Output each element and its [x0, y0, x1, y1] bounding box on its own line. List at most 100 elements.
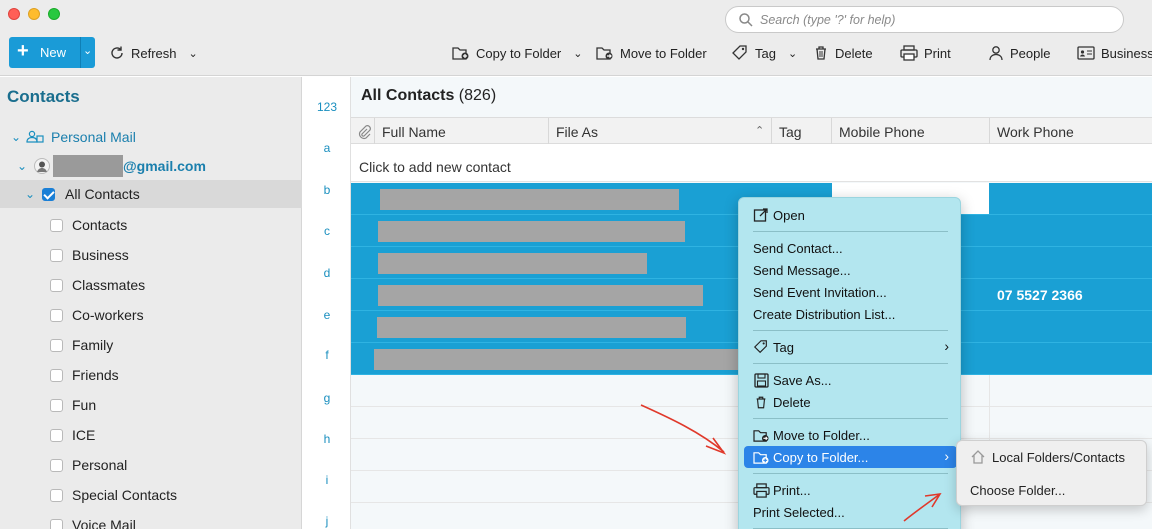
- column-full-name[interactable]: Full Name: [382, 124, 446, 140]
- delete-button[interactable]: Delete: [813, 42, 873, 64]
- submenu-item-choose-folder[interactable]: Choose Folder...: [957, 477, 1148, 503]
- category-checkbox[interactable]: [50, 398, 63, 412]
- menu-item-move-to-folder[interactable]: Move to Folder...: [744, 424, 957, 446]
- menu-item-tag[interactable]: Tag ›: [744, 336, 957, 358]
- category-checkbox[interactable]: [50, 428, 63, 442]
- column-divider: [374, 118, 375, 145]
- index-letter[interactable]: e: [303, 308, 351, 322]
- menu-item-send-event-invitation[interactable]: Send Event Invitation...: [744, 281, 957, 303]
- menu-separator: [753, 363, 948, 364]
- disclosure-icon[interactable]: ⌄: [16, 159, 28, 173]
- copy-to-folder-button[interactable]: Copy to Folder ⌄: [452, 42, 582, 64]
- menu-item-label: Move to Folder...: [773, 427, 870, 443]
- sort-ascending-icon[interactable]: ⌃: [755, 124, 764, 137]
- disclosure-icon[interactable]: ⌄: [24, 187, 36, 201]
- category-checkbox[interactable]: [50, 278, 63, 292]
- index-letter[interactable]: b: [303, 183, 351, 197]
- submenu-item-local-folders[interactable]: Local Folders/Contacts: [957, 444, 1148, 470]
- minimize-window-button[interactable]: [28, 8, 40, 20]
- sidebar-item-label: Family: [72, 337, 114, 353]
- tag-label: Tag: [755, 45, 776, 61]
- folder-copy-icon: [752, 451, 769, 464]
- disclosure-icon[interactable]: ⌄: [10, 130, 22, 144]
- index-letter[interactable]: g: [303, 391, 351, 405]
- sidebar-item-family[interactable]: Family: [0, 331, 302, 359]
- menu-item-copy-to-folder[interactable]: Copy to Folder... ›: [744, 446, 957, 468]
- print-button[interactable]: Print: [900, 42, 951, 64]
- index-letter[interactable]: f: [303, 348, 351, 362]
- category-checkbox[interactable]: [50, 338, 63, 352]
- category-checkbox[interactable]: [50, 518, 63, 529]
- index-letter[interactable]: c: [303, 224, 351, 238]
- menu-item-send-message[interactable]: Send Message...: [744, 259, 957, 281]
- index-letter[interactable]: 123: [303, 100, 351, 114]
- sidebar-item-ice[interactable]: ICE: [0, 421, 302, 449]
- chevron-down-icon[interactable]: ⌄: [83, 44, 92, 57]
- column-file-as[interactable]: File As: [556, 124, 598, 140]
- new-button[interactable]: + New ⌄: [9, 37, 95, 68]
- menu-item-label: Print...: [773, 482, 811, 498]
- add-contact-row[interactable]: Click to add new contact: [351, 144, 1152, 182]
- category-checkbox[interactable]: [50, 488, 63, 502]
- index-letter[interactable]: h: [303, 432, 351, 446]
- tag-button[interactable]: Tag ⌄: [731, 42, 797, 64]
- redacted-name: [380, 189, 679, 210]
- menu-item-delete[interactable]: Delete: [744, 391, 957, 413]
- index-letter[interactable]: i: [303, 473, 351, 487]
- business-button[interactable]: Business: [1077, 42, 1152, 64]
- menu-item-create-distribution-list[interactable]: Create Distribution List...: [744, 303, 957, 325]
- menu-item-open[interactable]: Open: [744, 204, 957, 226]
- move-to-folder-button[interactable]: Move to Folder: [596, 42, 707, 64]
- sidebar-item-all-contacts[interactable]: ⌄ All Contacts: [0, 180, 302, 208]
- close-window-button[interactable]: [8, 8, 20, 20]
- redacted-name: [378, 221, 685, 242]
- sidebar-item-voice-mail[interactable]: Voice Mail: [0, 511, 302, 529]
- menu-item-label: Save As...: [773, 372, 832, 388]
- sidebar-item-label: Contacts: [72, 217, 128, 233]
- menu-item-save-as[interactable]: Save As...: [744, 369, 957, 391]
- menu-item-print[interactable]: Print...: [744, 479, 957, 501]
- copy-to-folder-submenu: Local Folders/Contacts Choose Folder...: [956, 440, 1147, 506]
- column-tag[interactable]: Tag: [779, 124, 802, 140]
- window-toolbar: Search (type '?' for help) + New ⌄ Refre…: [0, 0, 1152, 76]
- contact-count: (826): [458, 87, 497, 104]
- sidebar-item-classmates[interactable]: Classmates: [0, 271, 302, 299]
- refresh-button[interactable]: Refresh ⌄: [109, 42, 198, 64]
- column-mobile-phone[interactable]: Mobile Phone: [839, 124, 925, 140]
- chevron-right-icon: ›: [944, 338, 949, 354]
- sidebar-item-account[interactable]: ⌄ @gmail.com: [0, 152, 302, 180]
- search-input[interactable]: Search (type '?' for help): [725, 6, 1124, 33]
- sidebar-item-personal[interactable]: Personal: [0, 451, 302, 479]
- column-divider: [989, 118, 990, 145]
- people-button[interactable]: People: [988, 42, 1050, 64]
- column-divider: [548, 118, 549, 145]
- index-letter[interactable]: a: [303, 141, 351, 155]
- column-work-phone[interactable]: Work Phone: [997, 124, 1074, 140]
- sidebar-item-contacts[interactable]: Contacts: [0, 211, 302, 239]
- index-letter[interactable]: j: [303, 514, 351, 528]
- sidebar-item-special-contacts[interactable]: Special Contacts: [0, 481, 302, 509]
- business-label: Business: [1101, 45, 1152, 61]
- paperclip-icon[interactable]: [357, 124, 371, 140]
- menu-item-label: Create Distribution List...: [753, 306, 896, 322]
- category-checkbox[interactable]: [50, 248, 63, 262]
- all-contacts-checkbox[interactable]: [42, 187, 55, 201]
- category-checkbox[interactable]: [50, 308, 63, 322]
- sidebar-item-co-workers[interactable]: Co-workers: [0, 301, 302, 329]
- contacts-group-icon: [26, 130, 44, 143]
- menu-item-send-contact[interactable]: Send Contact...: [744, 237, 957, 259]
- sidebar-item-label: Classmates: [72, 277, 146, 293]
- avatar: [34, 158, 50, 174]
- category-checkbox[interactable]: [50, 368, 63, 382]
- category-checkbox[interactable]: [50, 458, 63, 472]
- sidebar-item-fun[interactable]: Fun: [0, 391, 302, 419]
- sidebar-item-personal-mail[interactable]: ⌄ Personal Mail: [0, 123, 302, 151]
- index-letter[interactable]: d: [303, 266, 351, 280]
- sidebar-item-business[interactable]: Business: [0, 241, 302, 269]
- copy-to-folder-label: Copy to Folder: [476, 45, 562, 61]
- sidebar-item-friends[interactable]: Friends: [0, 361, 302, 389]
- menu-item-label: Send Message...: [753, 262, 851, 278]
- category-checkbox[interactable]: [50, 218, 63, 232]
- menu-item-print-selected[interactable]: Print Selected...: [744, 501, 957, 523]
- zoom-window-button[interactable]: [48, 8, 60, 20]
